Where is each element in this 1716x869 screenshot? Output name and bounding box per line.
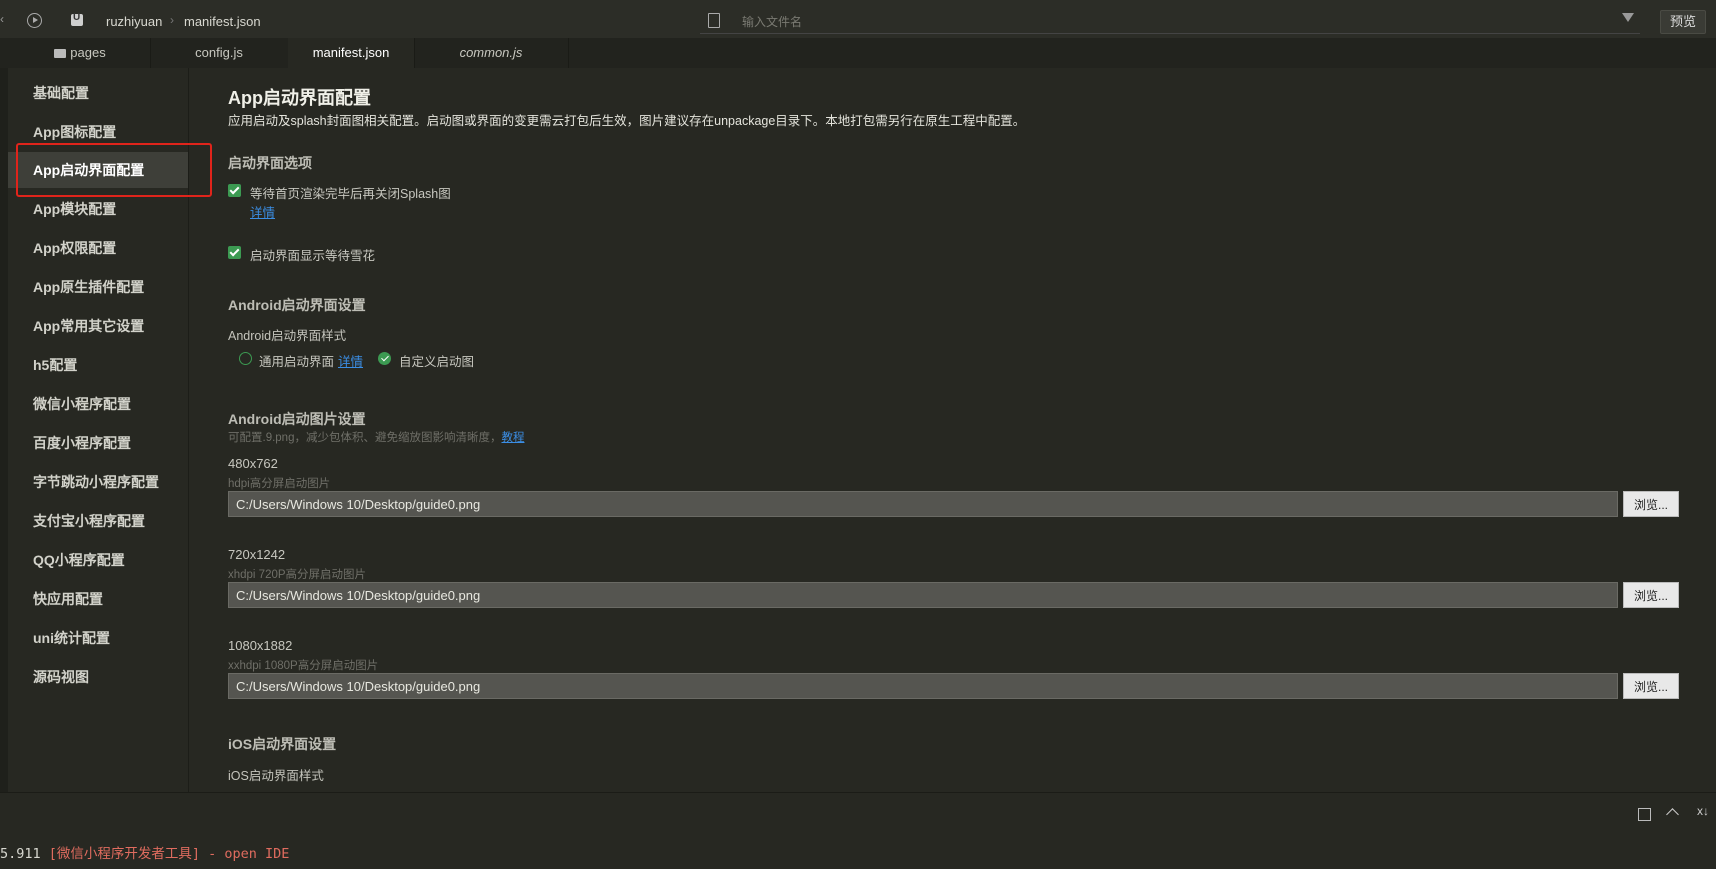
xhdpi-path-input[interactable]: C:/Users/Windows 10/Desktop/guide0.png (228, 582, 1618, 608)
file-search-input[interactable] (740, 12, 1544, 32)
ios-splash-heading: iOS启动界面设置 (228, 736, 337, 752)
hint-text: 可配置.9.png，减少包体积、避免缩放图影响清晰度， (228, 432, 502, 444)
android-splash-style-label: Android启动界面样式 (228, 329, 347, 343)
breadcrumb-file[interactable]: manifest.json (184, 14, 261, 29)
nav-item-app-other[interactable]: App常用其它设置 (8, 308, 188, 344)
tab-pages[interactable]: pages (10, 38, 151, 68)
wait-render-checkbox[interactable] (228, 184, 241, 197)
chevron-left-icon[interactable]: ‹ (0, 12, 4, 26)
xhdpi-size-label: 720x1242 (228, 547, 286, 562)
tab-manifest-json[interactable]: manifest.json (288, 38, 415, 68)
nav-item-baidu[interactable]: 百度小程序配置 (8, 425, 188, 461)
breadcrumb-project[interactable]: ruzhiyuan (106, 14, 162, 29)
nav-item-uni-stat[interactable]: uni统计配置 (8, 620, 188, 656)
clear-console-icon[interactable] (1638, 808, 1651, 821)
show-snow-label: 启动界面显示等待雪花 (250, 249, 376, 263)
android-images-hint: 可配置.9.png，减少包体积、避免缩放图影响清晰度，教程 (228, 429, 524, 445)
tab-label: manifest.json (312, 45, 390, 60)
page-title: App启动界面配置 (228, 88, 371, 108)
radio-common-splash-label: 通用启动界面 (259, 355, 335, 369)
wrap-icon[interactable]: x↓ (1697, 804, 1709, 818)
file-search-bar (700, 9, 1640, 34)
wait-render-label: 等待首页渲染完毕后再关闭Splash图 (250, 187, 451, 201)
run-icon[interactable] (27, 13, 42, 28)
hdpi-browse-button[interactable]: 浏览... (1623, 491, 1679, 517)
android-images-heading: Android启动图片设置 (228, 411, 366, 427)
hdpi-size-label: 480x762 (228, 456, 278, 471)
nav-item-app-native-plugins[interactable]: App原生插件配置 (8, 269, 188, 305)
folder-icon (54, 49, 67, 58)
nav-item-basic[interactable]: 基础配置 (8, 75, 188, 111)
hdpi-path-input[interactable]: C:/Users/Windows 10/Desktop/guide0.png (228, 491, 1618, 517)
splash-options-heading: 启动界面选项 (228, 155, 312, 171)
nav-item-quickapp[interactable]: 快应用配置 (8, 581, 188, 617)
xxhdpi-path-input[interactable]: C:/Users/Windows 10/Desktop/guide0.png (228, 673, 1618, 699)
xhdpi-browse-button[interactable]: 浏览... (1623, 582, 1679, 608)
nav-item-alipay[interactable]: 支付宝小程序配置 (8, 503, 188, 539)
show-snow-checkbox[interactable] (228, 246, 241, 259)
nav-item-bytedance[interactable]: 字节跳动小程序配置 (8, 464, 188, 500)
nav-item-source-view[interactable]: 源码视图 (8, 659, 188, 695)
xxhdpi-browse-button[interactable]: 浏览... (1623, 673, 1679, 699)
wait-render-details-link[interactable]: 详情 (250, 202, 275, 221)
radio-custom-splash-label: 自定义启动图 (399, 355, 475, 369)
console-time: 5.911 (0, 846, 41, 862)
nav-item-qq[interactable]: QQ小程序配置 (8, 542, 188, 578)
nav-item-h5[interactable]: h5配置 (8, 347, 188, 383)
console-line: 5.911 [微信小程序开发者工具] - open IDE (0, 842, 289, 862)
nav-item-weixin[interactable]: 微信小程序配置 (8, 386, 188, 422)
tutorial-link[interactable]: 教程 (501, 432, 524, 444)
hdpi-desc: hdpi高分屏启动图片 (228, 478, 331, 490)
tab-config-js[interactable]: config.js (150, 38, 289, 68)
tab-common-js[interactable]: common.js (414, 38, 569, 68)
editor-tabs: pages config.js manifest.json common.js (0, 38, 1716, 68)
page-description: 应用启动及splash封面图相关配置。启动图或界面的变更需云打包后生效，图片建议… (228, 114, 1026, 128)
file-search-icon (708, 13, 720, 28)
filter-icon[interactable] (1622, 13, 1634, 22)
main-content: App启动界面配置 应用启动及splash封面图相关配置。启动图或界面的变更需云… (189, 68, 1716, 792)
active-item-highlight (16, 143, 212, 197)
xxhdpi-desc: xxhdpi 1080P高分屏启动图片 (228, 660, 379, 672)
xxhdpi-size-label: 1080x1882 (228, 638, 293, 653)
common-splash-details-link[interactable]: 详情 (338, 351, 363, 370)
console-header: x↓ (0, 792, 1716, 833)
xhdpi-desc: xhdpi 720P高分屏启动图片 (228, 569, 367, 581)
activity-bar (0, 68, 8, 792)
console-output: 5.911 [微信小程序开发者工具] - open IDE (0, 832, 1716, 869)
chevron-up-icon[interactable] (1666, 808, 1679, 821)
project-icon (71, 12, 83, 26)
nav-item-app-permissions[interactable]: App权限配置 (8, 230, 188, 266)
chevron-right-icon: › (170, 13, 174, 27)
radio-common-splash[interactable] (239, 352, 252, 365)
tab-label: pages (70, 45, 106, 60)
tab-label: config.js (195, 45, 243, 60)
preview-button[interactable]: 预览 (1660, 10, 1706, 34)
console-message: [微信小程序开发者工具] - open IDE (40, 846, 290, 862)
ios-splash-style-label: iOS启动界面样式 (228, 769, 324, 783)
top-toolbar: ‹ ruzhiyuan › manifest.json 预览 (0, 0, 1716, 39)
tab-label: common.js (459, 45, 523, 60)
android-splash-heading: Android启动界面设置 (228, 297, 366, 313)
radio-custom-splash[interactable] (378, 352, 391, 365)
